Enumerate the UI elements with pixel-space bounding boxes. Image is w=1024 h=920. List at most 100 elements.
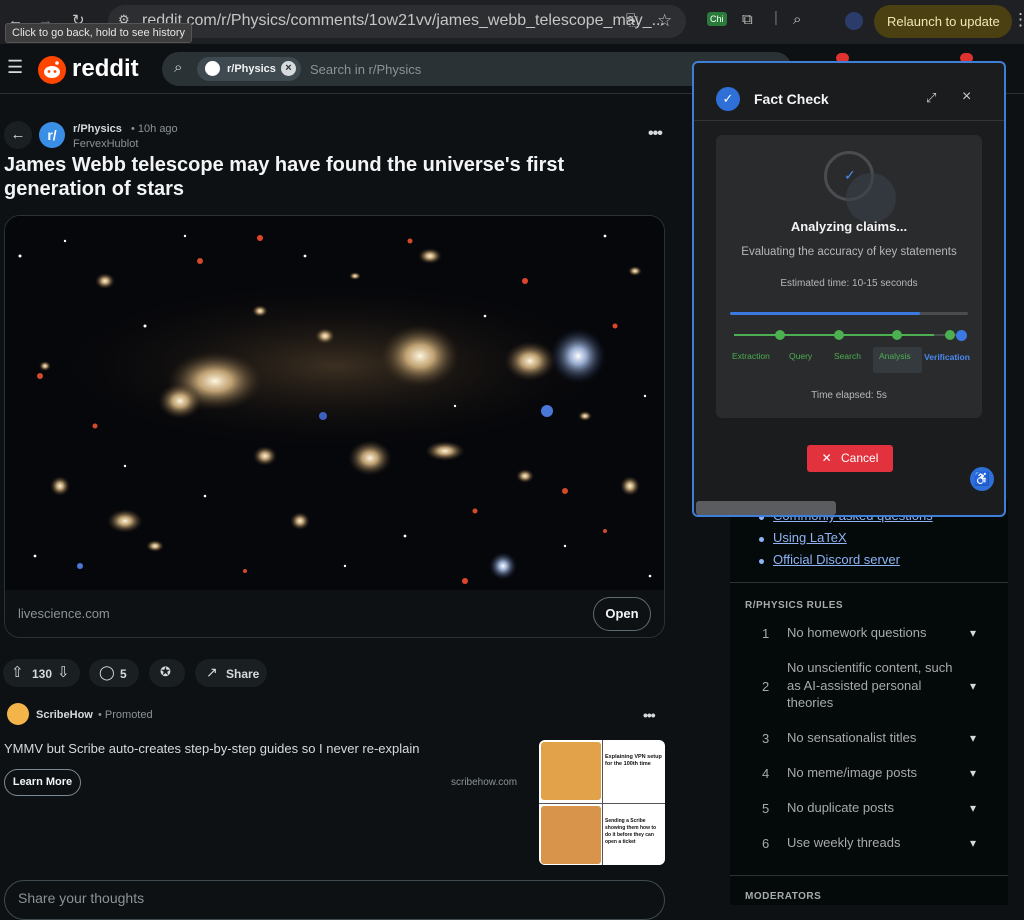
upvote-icon[interactable]: ⇧: [11, 663, 24, 681]
rule-number: 4: [762, 766, 770, 781]
rule-number: 3: [762, 731, 770, 746]
back-button[interactable]: ←: [4, 121, 32, 149]
rules-heading: R/PHYSICS RULES: [745, 600, 844, 611]
horizontal-scrollbar[interactable]: [696, 501, 836, 515]
relaunch-button[interactable]: Relaunch to update: [874, 5, 1012, 38]
step-extraction: Extraction: [732, 351, 770, 361]
analysis-status: Analyzing claims...: [790, 219, 908, 234]
step-dot-analysis: [945, 330, 955, 340]
reddit-logo-icon[interactable]: [38, 56, 66, 84]
rule-text: No sensationalist titles: [787, 730, 917, 745]
fact-check-panel: ✓ Fact Check ⤢ × ✓ Analyzing claims... E…: [692, 61, 1006, 517]
rule-number: 5: [762, 801, 770, 816]
rule-text: No duplicate posts: [787, 800, 894, 815]
rule-text: Use weekly threads: [787, 835, 901, 850]
search-icon: ⌕: [174, 59, 183, 76]
extension-chi-icon[interactable]: Chi: [707, 12, 727, 26]
tab-search-icon[interactable]: ⌕: [793, 11, 801, 28]
rule-number: 6: [762, 836, 770, 851]
back-tooltip: Click to go back, hold to see history: [5, 23, 193, 43]
share-label: Share: [226, 667, 260, 681]
sidebar-divider: [730, 875, 1008, 876]
promo-meme-image[interactable]: Explaining VPN setup for the 100th time …: [539, 740, 665, 865]
extensions-puzzle-icon[interactable]: ⧉: [742, 11, 753, 28]
accessibility-icon[interactable]: ♿: [970, 467, 994, 491]
estimated-time: Estimated time: 10-15 seconds: [780, 278, 918, 289]
step-line: [734, 334, 964, 336]
rule-number: 2: [762, 679, 770, 694]
divider: |: [774, 9, 778, 26]
promo-domain[interactable]: scribehow.com: [451, 777, 517, 788]
subreddit-icon[interactable]: r/: [39, 122, 65, 148]
rule-text: No homework questions: [787, 625, 927, 640]
cancel-button[interactable]: ✕ Cancel: [807, 445, 893, 472]
subreddit-name[interactable]: r/Physics: [73, 123, 122, 135]
post-options-icon[interactable]: •••: [648, 125, 663, 143]
scribehow-avatar[interactable]: [7, 703, 29, 725]
step-analysis: Analysis: [879, 351, 911, 361]
search-chip-label: r/Physics: [227, 63, 276, 75]
downvote-icon[interactable]: ⇩: [57, 663, 70, 681]
progress-track: [730, 312, 968, 315]
chevron-down-icon[interactable]: ▾: [970, 836, 976, 850]
chevron-down-icon[interactable]: ▾: [970, 679, 976, 693]
clear-chip-icon[interactable]: ×: [281, 61, 296, 76]
menu-kebab-icon[interactable]: ⋮: [1012, 10, 1024, 30]
promo-advertiser[interactable]: ScribeHow: [36, 709, 93, 721]
close-icon: ✕: [821, 451, 832, 465]
fact-check-logo-icon: ✓: [716, 87, 740, 111]
sidebar-link-latex[interactable]: Using LaTeX: [773, 530, 847, 545]
spinner-check-icon: ✓: [844, 167, 856, 183]
step-dot-verification: [956, 330, 967, 341]
header-divider: [694, 120, 1004, 121]
cancel-label: Cancel: [841, 451, 879, 465]
step-verification: Verification: [924, 352, 970, 362]
step-search: Search: [834, 351, 861, 361]
chevron-down-icon[interactable]: ▾: [970, 766, 976, 780]
learn-more-button[interactable]: Learn More: [4, 769, 81, 796]
share-arrow-icon: ↗: [206, 664, 218, 680]
comment-bubble-icon: ◯: [99, 664, 115, 680]
post-author[interactable]: FervexHublot: [73, 138, 138, 150]
meme-caption-top: Explaining VPN setup for the 100th time: [605, 754, 662, 767]
rule-number: 1: [762, 626, 770, 641]
analysis-subtitle: Evaluating the accuracy of key statement…: [741, 246, 957, 258]
moderators-heading: MODERATORS: [745, 891, 822, 902]
link-domain[interactable]: livescience.com: [18, 606, 110, 621]
search-input[interactable]: Search in r/Physics: [310, 62, 421, 77]
galaxy-image[interactable]: [5, 216, 664, 590]
chevron-down-icon[interactable]: ▾: [970, 731, 976, 745]
fact-check-title: Fact Check: [754, 91, 829, 107]
browser-toolbar: ← → ↻ ⚙ reddit.com/r/Physics/comments/1o…: [0, 0, 1024, 44]
chevron-down-icon[interactable]: ▾: [970, 801, 976, 815]
install-app-icon[interactable]: ⎘: [626, 12, 638, 29]
time-elapsed: Time elapsed: 5s: [811, 390, 887, 401]
chevron-down-icon[interactable]: ▾: [970, 626, 976, 640]
comment-placeholder: Share your thoughts: [18, 890, 145, 906]
promo-text[interactable]: YMMV but Scribe auto-creates step-by-ste…: [4, 741, 419, 756]
sidebar-link-discord[interactable]: Official Discord server: [773, 552, 900, 567]
cat-photo-top: [541, 742, 601, 800]
meme-divider-h: [539, 803, 665, 804]
bookmark-star-icon[interactable]: ☆: [657, 11, 672, 31]
reddit-wordmark[interactable]: reddit: [72, 55, 139, 83]
close-icon[interactable]: ×: [962, 88, 971, 106]
vote-count: 130: [32, 667, 53, 681]
url-text[interactable]: reddit.com/r/Physics/comments/1ow21vv/ja…: [142, 12, 665, 30]
promoted-tag: • Promoted: [98, 709, 153, 721]
open-link-button[interactable]: Open: [593, 597, 651, 631]
profile-avatar[interactable]: [845, 12, 863, 30]
promo-options-icon[interactable]: •••: [643, 707, 656, 723]
comment-count: 5: [120, 667, 127, 681]
rule-text: No unscientific content, such as AI-assi…: [787, 660, 953, 710]
cat-photo-bottom: [541, 806, 601, 864]
rule-text: No meme/image posts: [787, 765, 918, 780]
step-dot-query: [834, 330, 844, 340]
link-bullet: [759, 559, 764, 564]
step-dot-search: [892, 330, 902, 340]
link-media-card[interactable]: [4, 215, 665, 638]
hamburger-menu-icon[interactable]: ☰: [7, 57, 23, 78]
expand-icon[interactable]: ⤢: [926, 90, 936, 106]
physics-chip-icon: [205, 61, 220, 76]
progress-fill: [730, 312, 921, 315]
